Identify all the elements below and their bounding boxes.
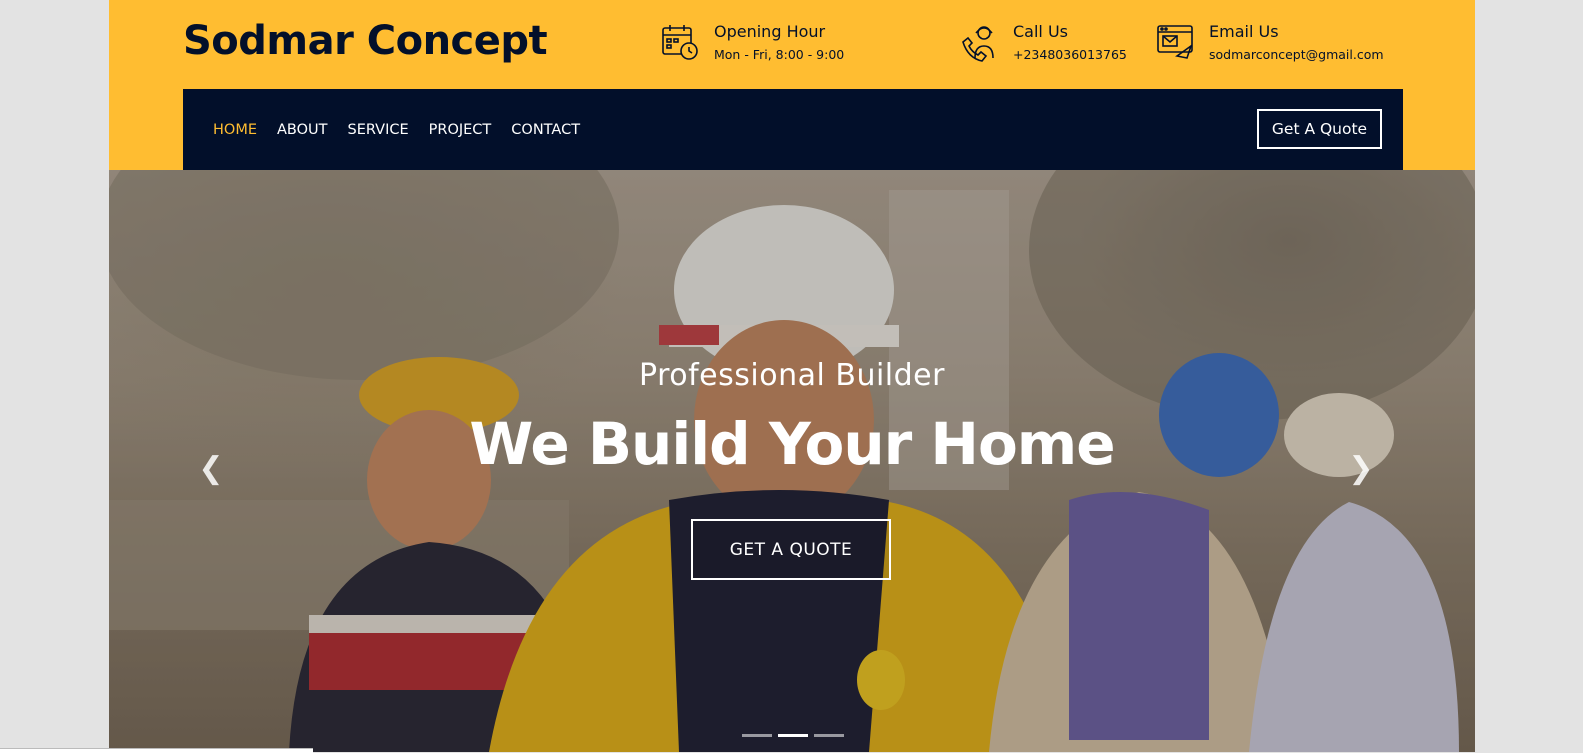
hero-get-quote-button[interactable]: GET A QUOTE: [691, 519, 891, 580]
nav-item-contact[interactable]: CONTACT: [511, 122, 580, 138]
page: Sodmar Concept Opening Hour Mon - Fri, 8…: [109, 0, 1475, 752]
carousel-indicators: [742, 734, 850, 737]
call-info: Call Us +2348036013765: [959, 22, 1127, 64]
nav-item-about[interactable]: ABOUT: [277, 122, 328, 138]
opening-hours-value: Mon - Fri, 8:00 - 9:00: [714, 47, 845, 62]
hero-carousel: ❮ ❯ Professional Builder We Build Your H…: [109, 170, 1475, 752]
carousel-indicator-1[interactable]: [742, 734, 772, 737]
call-number[interactable]: +2348036013765: [1013, 46, 1127, 64]
brand-logo[interactable]: Sodmar Concept: [183, 18, 548, 64]
email-title: Email Us: [1209, 22, 1279, 41]
get-quote-button[interactable]: Get A Quote: [1257, 109, 1382, 149]
email-icon: [1157, 25, 1193, 59]
carousel-indicator-3[interactable]: [814, 734, 844, 737]
phone-support-icon: [962, 26, 994, 62]
nav-menu: HOME ABOUT SERVICE PROJECT CONTACT: [213, 89, 600, 170]
hero-title: We Build Your Home: [469, 410, 1115, 478]
nav-item-home[interactable]: HOME: [213, 122, 257, 138]
top-bar: Sodmar Concept Opening Hour Mon - Fri, 8…: [109, 0, 1475, 88]
carousel-indicator-2[interactable]: [778, 734, 808, 737]
email-address[interactable]: sodmarconcept@gmail.com: [1209, 46, 1384, 64]
window-edge-bar: [0, 748, 313, 753]
nav-item-service[interactable]: SERVICE: [348, 122, 409, 138]
calendar-clock-icon: [662, 25, 698, 60]
nav-item-project[interactable]: PROJECT: [429, 122, 492, 138]
email-info: Email Us sodmarconcept@gmail.com: [1155, 22, 1384, 64]
hero-subtitle: Professional Builder: [639, 358, 945, 393]
opening-hours-title: Opening Hour: [714, 22, 826, 41]
main-nav: HOME ABOUT SERVICE PROJECT CONTACT Get A…: [183, 89, 1403, 170]
call-title: Call Us: [1013, 22, 1068, 41]
opening-hours-info: Opening Hour Mon - Fri, 8:00 - 9:00: [660, 22, 844, 64]
